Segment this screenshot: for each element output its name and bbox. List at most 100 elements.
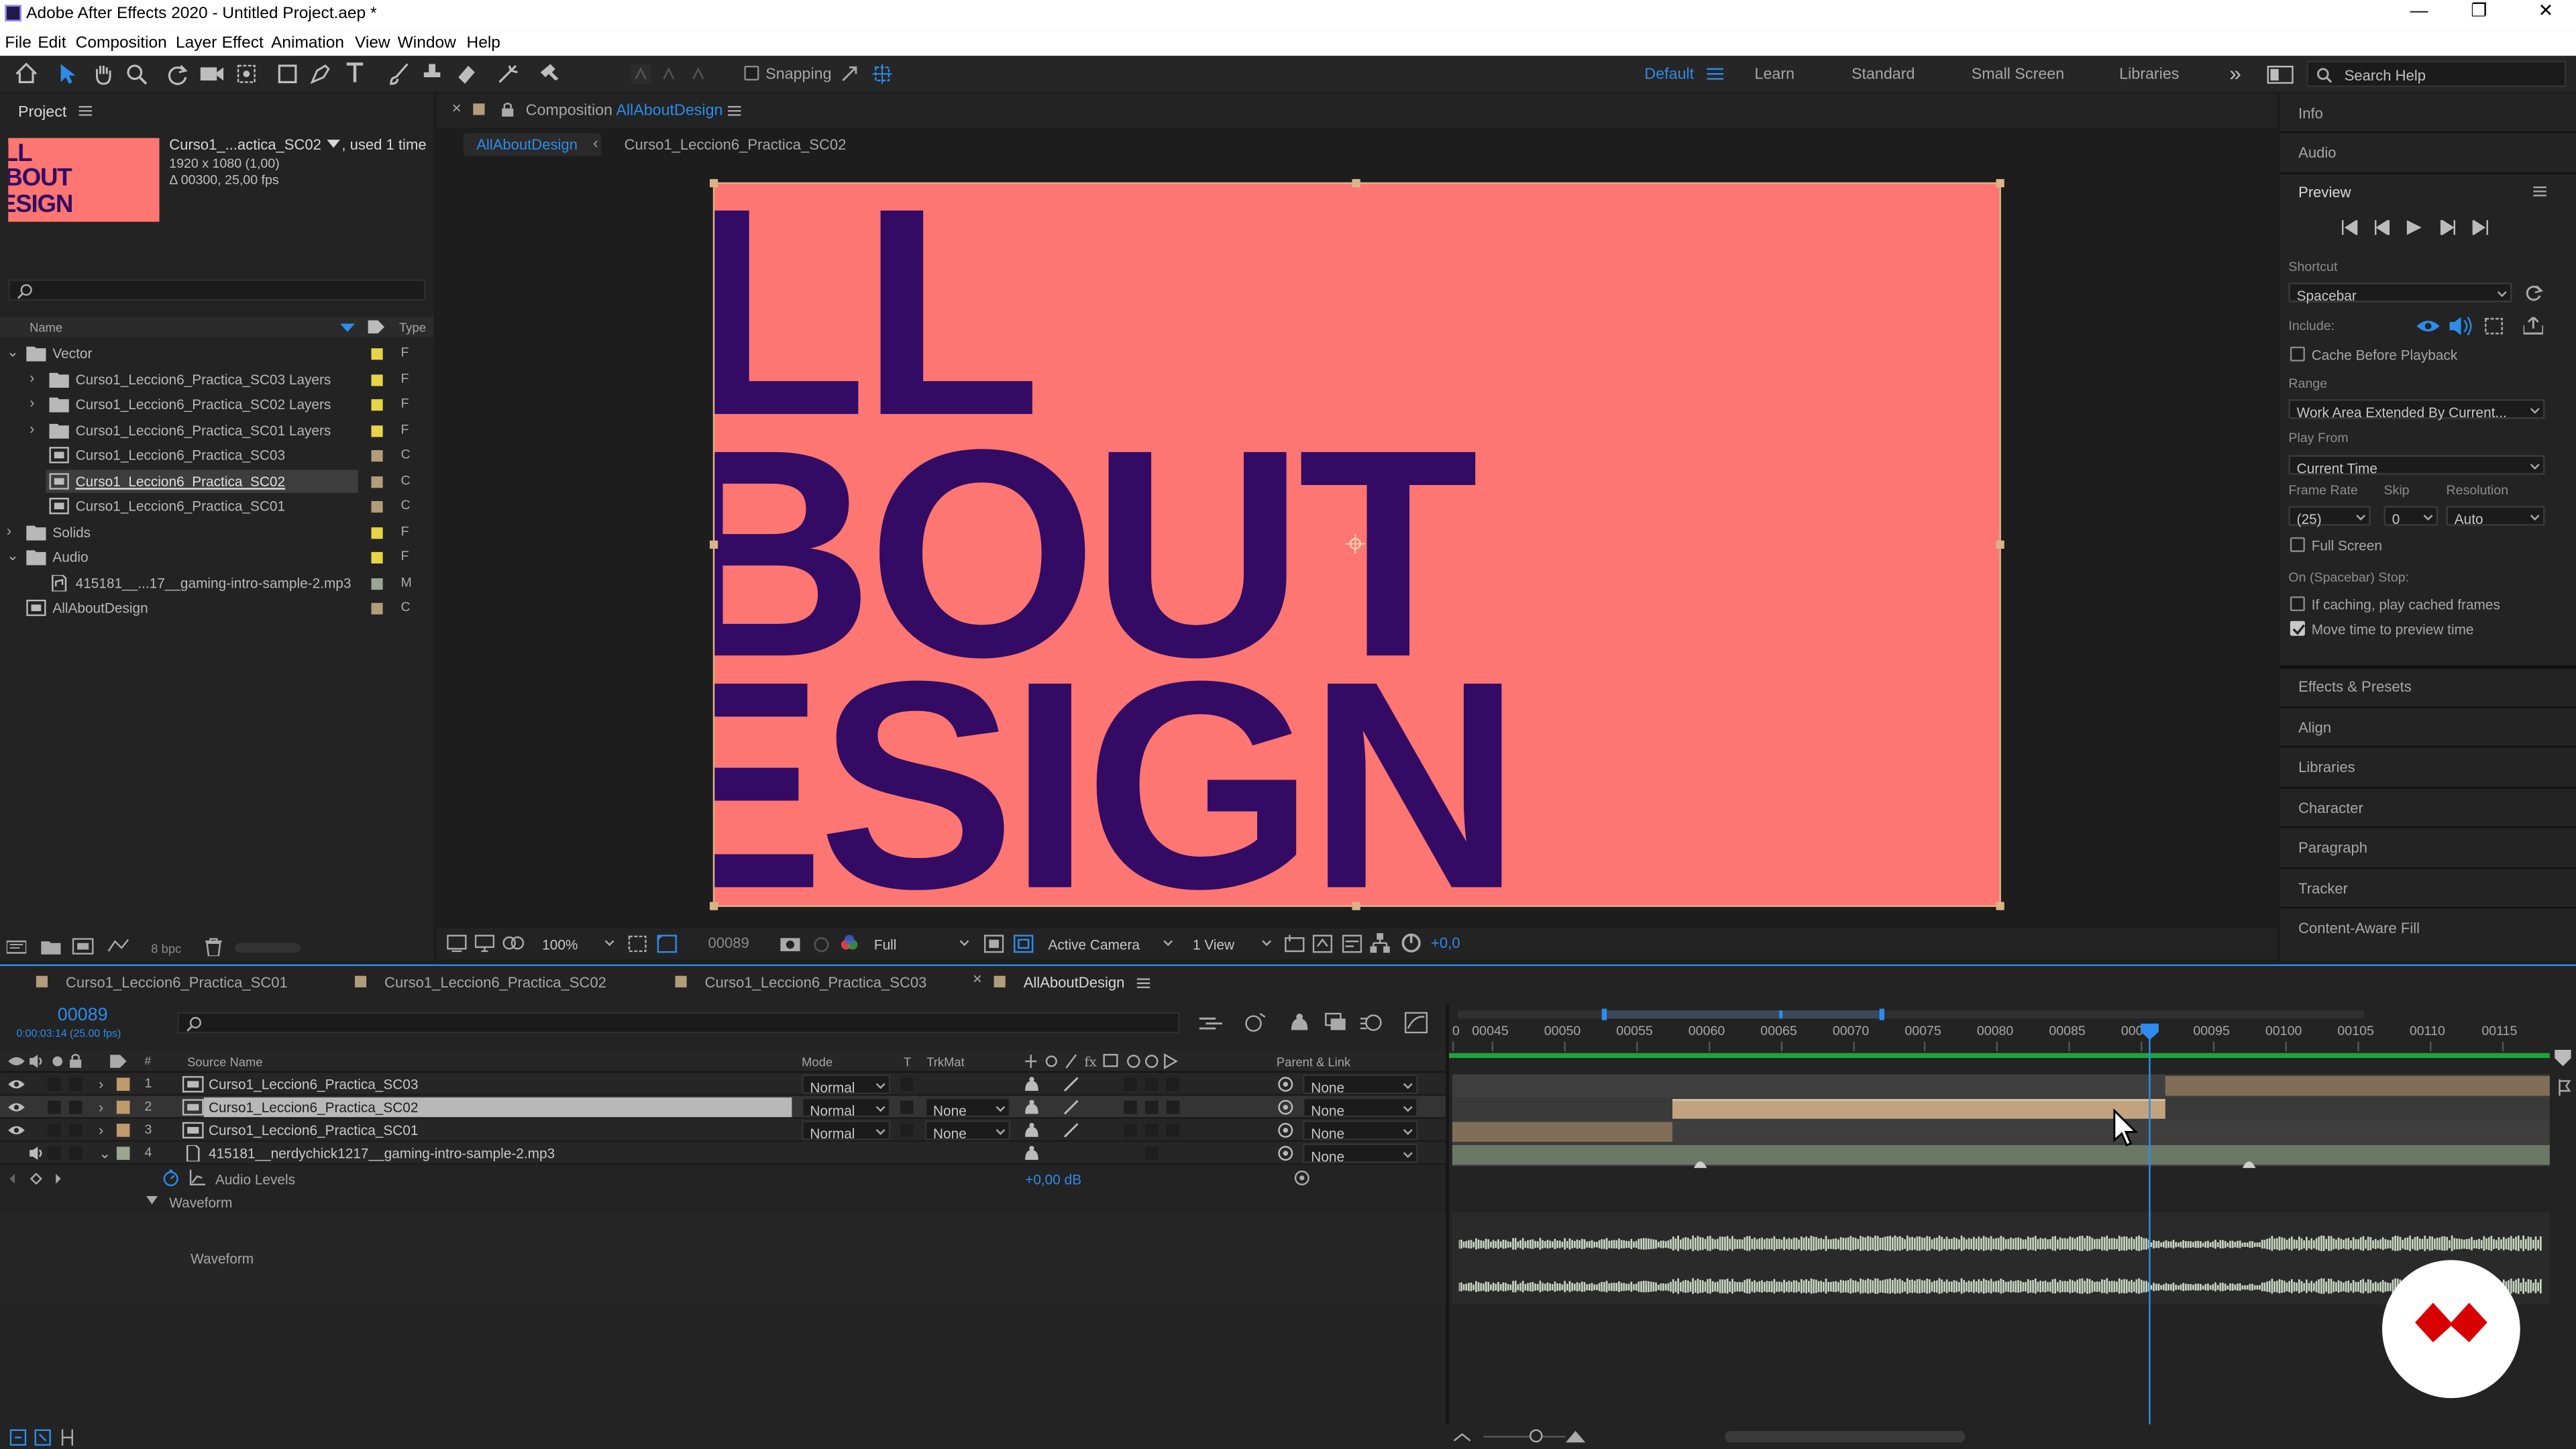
transform-handle[interactable] <box>709 540 718 549</box>
label-color-swatch[interactable] <box>371 500 383 513</box>
shy-switch-icon[interactable] <box>1024 1076 1040 1092</box>
breadcrumb-allaboutdesign[interactable]: AllAboutDesign <box>476 137 578 153</box>
project-item[interactable]: › Curso1_Leccion6_Practica_SC02 Layers F <box>0 392 434 415</box>
toggle-pixel-aspect-icon[interactable] <box>1285 934 1305 953</box>
tracker-tab[interactable]: Tracker <box>2298 881 2348 897</box>
transform-handle[interactable] <box>1352 178 1360 188</box>
region-icon[interactable] <box>983 934 1004 953</box>
libraries-tab[interactable]: Libraries <box>2298 760 2355 775</box>
expand-arrow-icon[interactable]: › <box>99 1123 103 1138</box>
layer-name-field[interactable]: Curso1_Leccion6_Practica_SC02 <box>203 1097 792 1118</box>
parent-dropdown[interactable]: None <box>1303 1120 1418 1142</box>
previous-frame-icon[interactable] <box>2374 220 2390 235</box>
layer-bar-sc03[interactable] <box>2165 1076 2550 1096</box>
channel-rgb-icon[interactable] <box>839 933 859 953</box>
audio-speaker-icon[interactable] <box>30 1146 46 1160</box>
camera-tool-icon[interactable] <box>199 62 225 85</box>
panel-menu-icon[interactable] <box>2533 186 2546 197</box>
time-ruler[interactable]: 0 00045 00050 00055 00060 00065 00070 00075 0008… <box>1449 1024 2576 1057</box>
preserve-transparency-toggle[interactable] <box>900 1077 914 1091</box>
layer-label-swatch[interactable] <box>116 1100 130 1114</box>
solo-toggle[interactable] <box>48 1077 61 1091</box>
parent-pickwhip-icon[interactable] <box>1277 1122 1295 1138</box>
magnification-dropdown[interactable]: 100% <box>535 933 617 953</box>
solo-toggle[interactable] <box>48 1100 61 1114</box>
workspace-standard[interactable]: Standard <box>1851 67 1915 83</box>
switch-toggle[interactable] <box>1144 1077 1159 1091</box>
layer-row[interactable]: ⌄ 4 415181__nerdychick1217__gaming-intro-s… <box>0 1142 1446 1165</box>
view-layout-dropdown[interactable]: 1 View <box>1186 933 1275 953</box>
parent-dropdown[interactable]: None <box>1303 1143 1418 1165</box>
layer-label-swatch[interactable] <box>116 1077 130 1091</box>
shy-switch-icon[interactable] <box>1024 1122 1040 1138</box>
project-tab[interactable]: Project <box>18 105 66 121</box>
in-out-icon[interactable] <box>59 1429 75 1446</box>
label-tag-icon[interactable] <box>368 320 385 334</box>
comp-mini-flowchart-icon[interactable] <box>1199 1015 1223 1031</box>
info-panel-tab[interactable]: Info <box>2298 106 2323 121</box>
content-aware-fill-tab[interactable]: Content-Aware Fill <box>2298 921 2420 936</box>
timeline-current-time[interactable]: 00089 <box>58 1006 108 1025</box>
project-item[interactable]: Curso1_Leccion6_Practica_SC03 C <box>0 443 434 466</box>
cache-before-playback-checkbox[interactable] <box>2290 346 2305 362</box>
workspace-libraries[interactable]: Libraries <box>2119 67 2179 83</box>
always-preview-icon[interactable] <box>447 934 467 953</box>
current-time-field[interactable]: 00089 <box>708 936 749 951</box>
switch-toggle[interactable] <box>1166 1100 1180 1114</box>
lock-toggle[interactable] <box>68 1077 83 1091</box>
mask-visibility-icon[interactable] <box>502 934 525 953</box>
include-overlays-icon[interactable] <box>2484 317 2504 335</box>
zoom-out-icon[interactable] <box>1454 1431 1470 1444</box>
expand-arrow-icon[interactable]: › <box>99 1100 103 1116</box>
workspace-overflow-button[interactable]: » <box>2229 62 2241 84</box>
menu-help[interactable]: Help <box>467 36 500 52</box>
menu-animation[interactable]: Animation <box>271 36 344 52</box>
menu-composition[interactable]: Composition <box>76 36 167 52</box>
switch-toggle[interactable] <box>1144 1100 1159 1114</box>
eraser-tool-icon[interactable] <box>455 62 478 85</box>
tab-allaboutdesign[interactable]: AllAboutDesign <box>1024 975 1125 991</box>
bit-depth-button[interactable]: 8 bpc <box>151 943 181 955</box>
layer-label-swatch[interactable] <box>116 1124 130 1137</box>
type-tool-icon[interactable] <box>343 61 366 86</box>
time-navigator-end-handle[interactable] <box>1879 1008 1884 1020</box>
visibility-eye-icon[interactable] <box>8 1124 25 1137</box>
region-of-interest-icon[interactable] <box>628 934 647 953</box>
zoom-slider-track[interactable] <box>1483 1436 1566 1438</box>
close-tab-icon[interactable]: × <box>451 101 461 118</box>
puppet-pin-tool-icon[interactable] <box>539 62 561 85</box>
zoom-tool-icon[interactable] <box>125 62 148 85</box>
comp-marker-icon[interactable] <box>2557 1079 2573 1096</box>
track-matte-dropdown[interactable]: None <box>924 1120 1011 1142</box>
workspace-default[interactable]: Default <box>1644 67 1694 83</box>
preserve-transparency-toggle[interactable] <box>900 1100 914 1114</box>
menu-window[interactable]: Window <box>398 36 456 52</box>
breadcrumb-active[interactable]: AllAboutDesign ‹ <box>463 133 602 156</box>
project-search-input[interactable] <box>8 279 426 301</box>
panel-menu-icon[interactable] <box>78 105 93 117</box>
lock-toggle[interactable] <box>68 1146 83 1160</box>
transform-handle[interactable] <box>1996 540 2004 549</box>
graph-icon[interactable] <box>189 1169 206 1186</box>
preserve-transparency-toggle[interactable] <box>900 1124 914 1137</box>
blend-mode-dropdown[interactable]: Normal <box>802 1074 891 1095</box>
character-tab[interactable]: Character <box>2298 801 2363 816</box>
layer-bar-sc01[interactable] <box>1452 1122 1673 1142</box>
parent-pickwhip-icon[interactable] <box>1277 1076 1295 1092</box>
tab-sc03[interactable]: Curso1_Leccion6_Practica_SC03 <box>705 975 927 991</box>
visibility-eye-icon[interactable] <box>8 1101 25 1114</box>
stopwatch-icon[interactable] <box>162 1169 178 1187</box>
transform-handle[interactable] <box>1352 902 1360 910</box>
solo-toggle[interactable] <box>48 1146 61 1160</box>
close-tab-icon[interactable]: × <box>973 972 982 989</box>
layer-switches-icon[interactable] <box>9 1429 27 1446</box>
sort-arrow-icon[interactable] <box>339 323 355 332</box>
transform-handle[interactable] <box>709 902 718 910</box>
layer-name-field[interactable]: Curso1_Leccion6_Practica_SC01 <box>204 1120 792 1140</box>
playhead-line[interactable] <box>2149 1033 2151 1449</box>
breadcrumb-sc02[interactable]: Curso1_Leccion6_Practica_SC02 <box>625 137 847 153</box>
switch-toggle[interactable] <box>1124 1077 1137 1091</box>
align-tab[interactable]: Align <box>2298 720 2331 736</box>
layer-name-field[interactable]: Curso1_Leccion6_Practica_SC03 <box>204 1075 792 1094</box>
label-color-swatch[interactable] <box>371 475 383 488</box>
